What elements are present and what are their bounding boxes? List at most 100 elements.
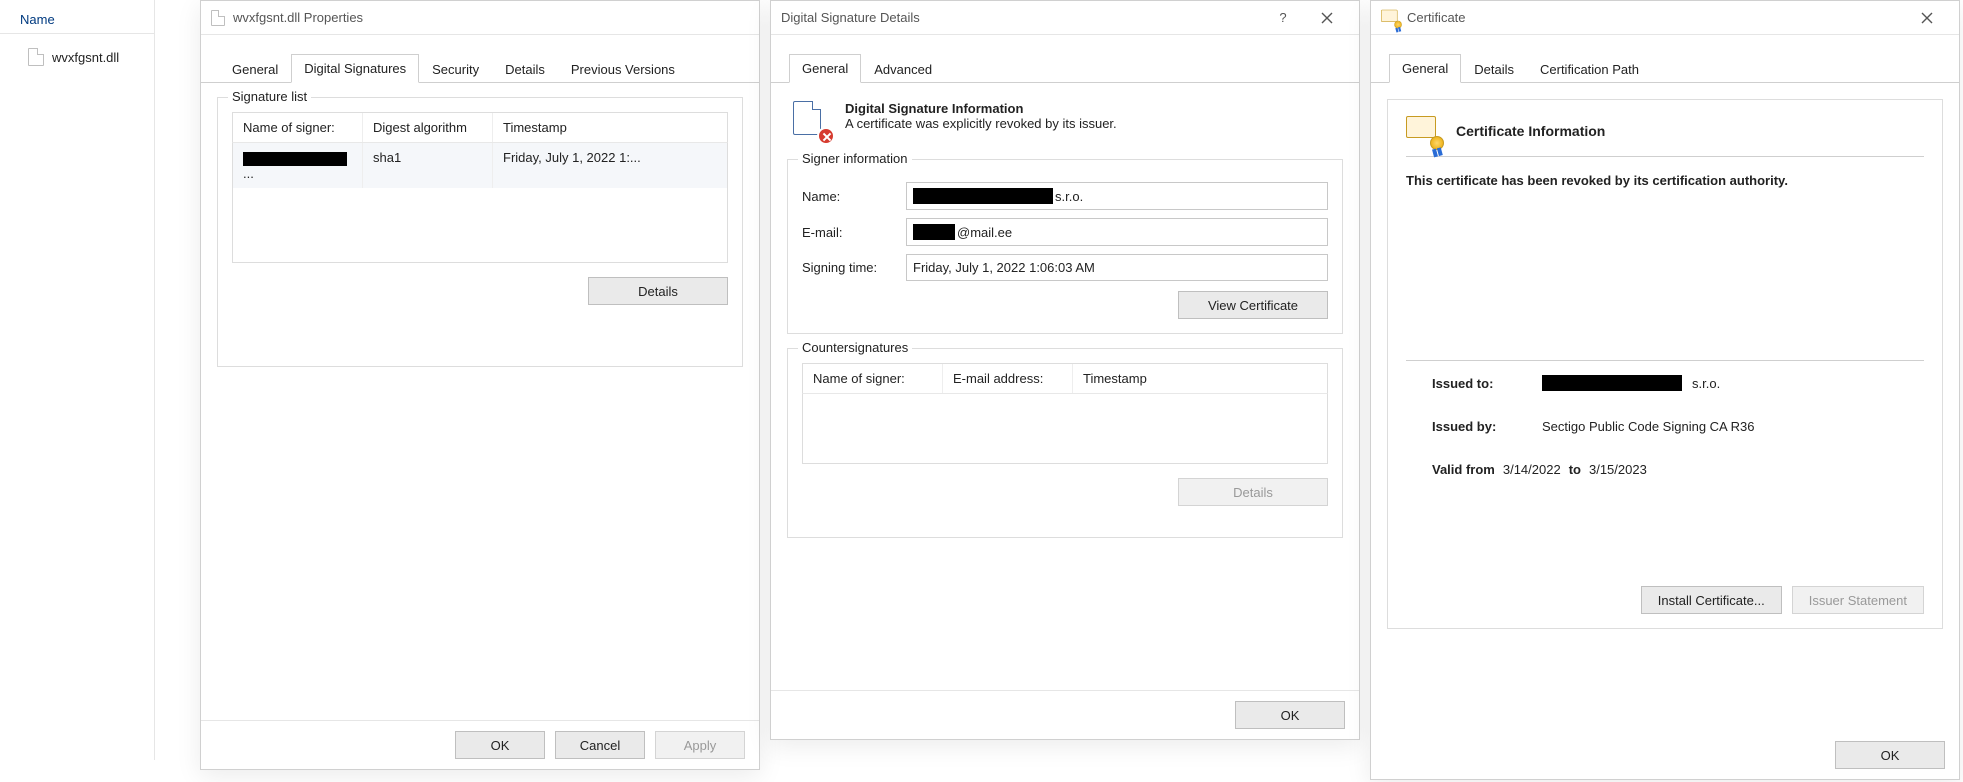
file-icon (28, 48, 44, 66)
col-name-of-signer[interactable]: Name of signer: (803, 364, 943, 393)
apply-button[interactable]: Apply (655, 731, 745, 759)
name-label: Name: (802, 189, 892, 204)
redacted-name (913, 188, 1053, 204)
dialog-title: Digital Signature Details (781, 10, 1261, 25)
issuer-statement-button[interactable]: Issuer Statement (1792, 586, 1924, 614)
tab-details[interactable]: Details (492, 55, 558, 83)
ok-button[interactable]: OK (1835, 741, 1945, 769)
close-icon (1921, 12, 1933, 24)
valid-from-value: 3/14/2022 (1503, 462, 1561, 477)
titlebar[interactable]: Certificate (1371, 1, 1959, 35)
col-digest-algorithm[interactable]: Digest algorithm (363, 113, 493, 142)
help-button[interactable]: ? (1261, 3, 1305, 33)
tab-strip: General Details Certification Path (1371, 35, 1959, 83)
signature-list-header: Name of signer: Digest algorithm Timesta… (232, 112, 728, 143)
valid-to-value: 3/15/2023 (1589, 462, 1647, 477)
titlebar[interactable]: wvxfgsnt.dll Properties (201, 1, 759, 35)
to-label: to (1569, 462, 1581, 477)
file-icon (211, 10, 225, 26)
dialog-button-row: OK Cancel Apply (201, 720, 759, 769)
signer-name-row: Name: s.r.o. (802, 182, 1328, 210)
signer-email-row: E-mail: @mail.ee (802, 218, 1328, 246)
signing-time-label: Signing time: (802, 260, 892, 275)
certificate-status: This certificate has been revoked by its… (1406, 171, 1924, 191)
file-row[interactable]: wvxfgsnt.dll (0, 34, 154, 74)
dialog-title: Certificate (1407, 10, 1905, 25)
col-timestamp[interactable]: Timestamp (493, 113, 727, 142)
signature-list-body: ... sha1 Friday, July 1, 2022 1:... (232, 143, 728, 263)
close-button[interactable] (1905, 3, 1949, 33)
signature-status: A certificate was explicitly revoked by … (845, 116, 1117, 131)
explorer-name-column: Name wvxfgsnt.dll (0, 0, 155, 760)
install-certificate-button[interactable]: Install Certificate... (1641, 586, 1782, 614)
tab-advanced[interactable]: Advanced (861, 55, 945, 83)
signature-revoked-icon (793, 101, 831, 141)
name-value[interactable]: s.r.o. (906, 182, 1328, 210)
dialog-button-row: OK (771, 690, 1359, 739)
details-button[interactable]: Details (588, 277, 728, 305)
certificate-heading-row: Certificate Information (1406, 116, 1924, 146)
cell-digest: sha1 (363, 143, 493, 188)
certificate-small-icon (1381, 9, 1401, 26)
signature-status-block: Digital Signature Information A certific… (771, 83, 1359, 145)
tab-strip: General Advanced (771, 35, 1359, 83)
redacted-email (913, 224, 955, 240)
col-timestamp[interactable]: Timestamp (1073, 364, 1327, 393)
signer-information-group: Signer information Name: s.r.o. E-mail: … (787, 159, 1343, 334)
redacted-signer (243, 152, 347, 166)
signature-list-group: Signature list Name of signer: Digest al… (217, 97, 743, 367)
cell-timestamp: Friday, July 1, 2022 1:... (493, 143, 727, 188)
redacted-issued-to (1542, 375, 1682, 391)
valid-from-row: Valid from 3/14/2022 to 3/15/2023 (1432, 462, 1924, 477)
tab-general[interactable]: General (219, 55, 291, 83)
countersignatures-body[interactable] (802, 394, 1328, 464)
group-legend: Signature list (228, 89, 311, 104)
certificate-dialog: Certificate General Details Certificatio… (1370, 0, 1960, 780)
cell-signer: ... (233, 143, 363, 188)
certificate-heading: Certificate Information (1456, 123, 1605, 139)
ok-button[interactable]: OK (1235, 701, 1345, 729)
tab-details[interactable]: Details (1461, 55, 1527, 83)
details-button[interactable]: Details (1178, 478, 1328, 506)
email-label: E-mail: (802, 225, 892, 240)
close-button[interactable] (1305, 3, 1349, 33)
tab-certification-path[interactable]: Certification Path (1527, 55, 1652, 83)
dialog-title: wvxfgsnt.dll Properties (233, 10, 749, 25)
cancel-button[interactable]: Cancel (555, 731, 645, 759)
tab-security[interactable]: Security (419, 55, 492, 83)
issued-to-row: Issued to: s.r.o. (1432, 375, 1924, 391)
countersignatures-header: Name of signer: E-mail address: Timestam… (802, 363, 1328, 394)
signature-heading: Digital Signature Information (845, 101, 1117, 116)
close-icon (1321, 12, 1333, 24)
signature-details-dialog: Digital Signature Details ? General Adva… (770, 0, 1360, 740)
signature-row[interactable]: ... sha1 Friday, July 1, 2022 1:... (233, 143, 727, 188)
issued-by-value: Sectigo Public Code Signing CA R36 (1542, 419, 1754, 434)
tab-general[interactable]: General (1389, 54, 1461, 83)
certificate-panel: Certificate Information This certificate… (1387, 99, 1943, 629)
col-name-of-signer[interactable]: Name of signer: (233, 113, 363, 142)
ok-button[interactable]: OK (455, 731, 545, 759)
group-legend: Signer information (798, 151, 912, 166)
titlebar[interactable]: Digital Signature Details ? (771, 1, 1359, 35)
signing-time-row: Signing time: Friday, July 1, 2022 1:06:… (802, 254, 1328, 281)
tab-strip: General Digital Signatures Security Deta… (201, 35, 759, 83)
col-email-address[interactable]: E-mail address: (943, 364, 1073, 393)
countersignatures-group: Countersignatures Name of signer: E-mail… (787, 348, 1343, 538)
file-name: wvxfgsnt.dll (52, 50, 119, 65)
valid-from-label: Valid from (1432, 462, 1495, 477)
properties-dialog: wvxfgsnt.dll Properties General Digital … (200, 0, 760, 770)
certificate-icon (1406, 116, 1442, 146)
view-certificate-button[interactable]: View Certificate (1178, 291, 1328, 319)
column-header-name[interactable]: Name (0, 6, 154, 34)
tab-previous-versions[interactable]: Previous Versions (558, 55, 688, 83)
certificate-action-row: Install Certificate... Issuer Statement (1641, 586, 1924, 614)
issued-to-label: Issued to: (1432, 376, 1532, 391)
dialog-button-row: OK (1371, 731, 1959, 779)
tab-digital-signatures[interactable]: Digital Signatures (291, 54, 419, 83)
tab-general[interactable]: General (789, 54, 861, 83)
issued-by-row: Issued by: Sectigo Public Code Signing C… (1432, 419, 1924, 434)
signing-time-value[interactable]: Friday, July 1, 2022 1:06:03 AM (906, 254, 1328, 281)
issued-by-label: Issued by: (1432, 419, 1532, 434)
email-value[interactable]: @mail.ee (906, 218, 1328, 246)
group-legend: Countersignatures (798, 340, 912, 355)
